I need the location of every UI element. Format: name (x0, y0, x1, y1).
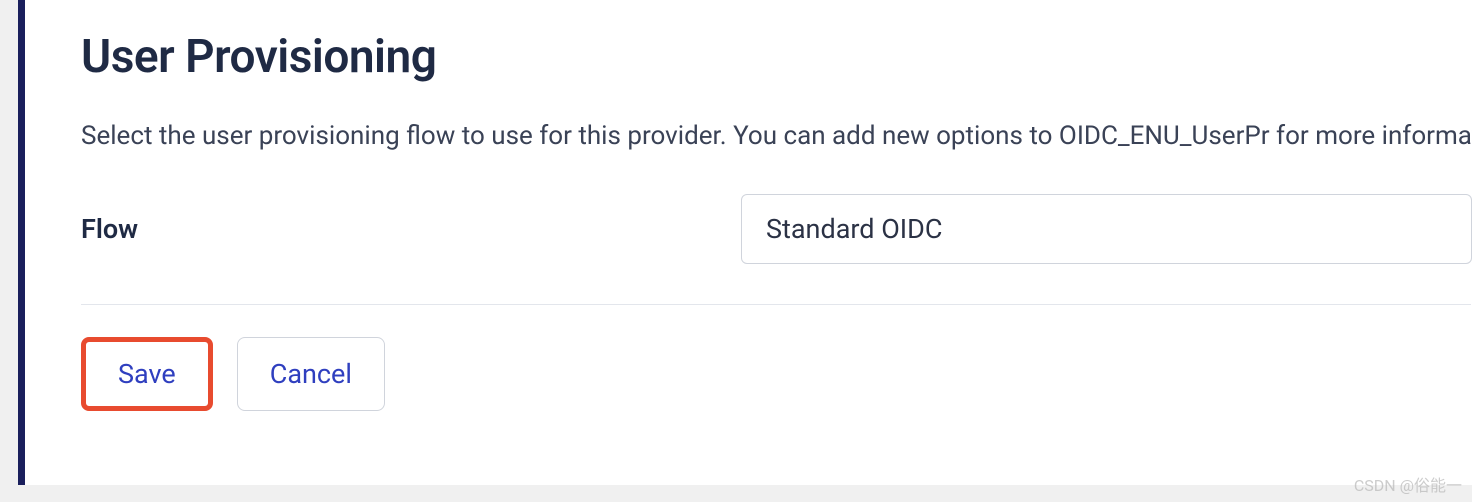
flow-select[interactable]: Standard OIDC (741, 194, 1472, 264)
save-button[interactable]: Save (81, 337, 213, 411)
button-row: Save Cancel (81, 337, 1472, 411)
description-text: Select the user provisioning flow to use… (81, 114, 1472, 158)
accent-stripe (18, 0, 25, 485)
cancel-button[interactable]: Cancel (237, 337, 385, 411)
divider (81, 304, 1471, 305)
watermark: CSDN @俗能一 (1354, 472, 1462, 496)
flow-select-value: Standard OIDC (766, 213, 942, 245)
flow-label: Flow (81, 213, 741, 245)
user-provisioning-panel: User Provisioning Select the user provis… (25, 0, 1472, 485)
page-title: User Provisioning (81, 30, 1472, 84)
flow-row: Flow Standard OIDC (81, 194, 1472, 264)
